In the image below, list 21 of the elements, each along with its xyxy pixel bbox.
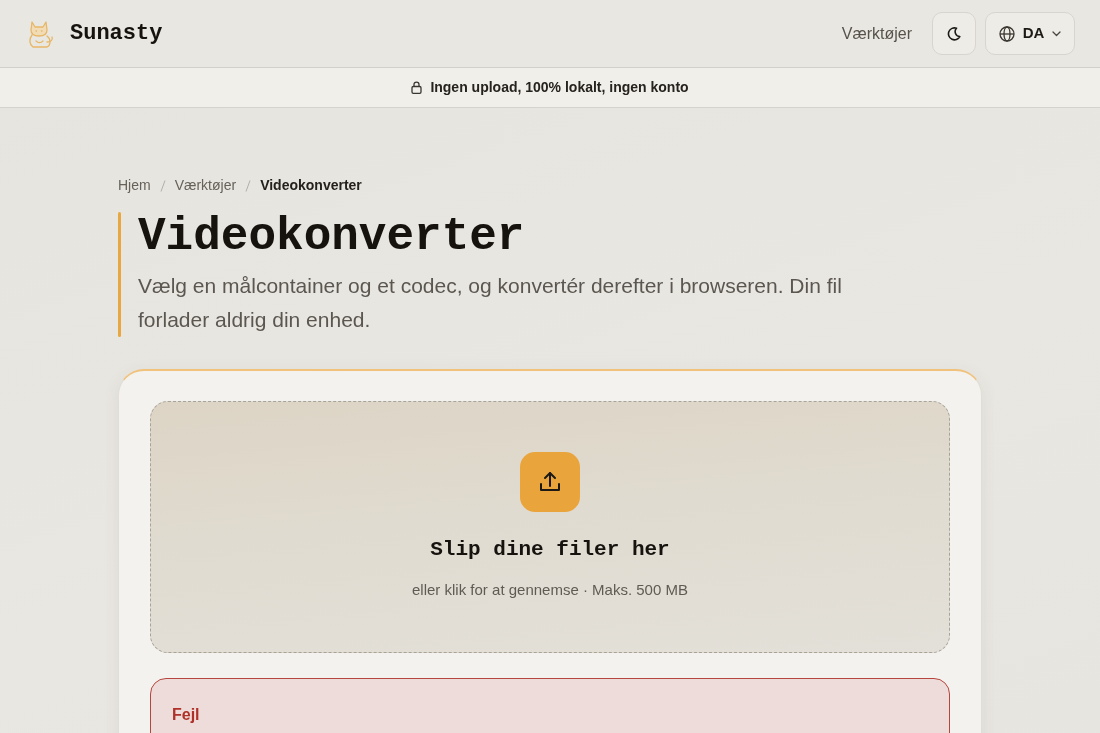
caret-icon bbox=[1052, 30, 1062, 37]
page-description: Vælg en målcontainer og et codec, og konvertér derefter i browseren. Din fil forlader aldrig din enhed. bbox=[138, 272, 843, 333]
moon-icon bbox=[947, 26, 961, 41]
breadcrumb-current: Videokonverter bbox=[260, 176, 362, 195]
brand-link[interactable]: Sunasty bbox=[26, 17, 163, 50]
language-button[interactable]: DA bbox=[985, 12, 1075, 55]
page-title: Videokonverter bbox=[138, 212, 526, 263]
theme-toggle-button[interactable] bbox=[932, 12, 976, 55]
dropzone-title: Slip dine filer her bbox=[430, 537, 670, 564]
upload-icon bbox=[520, 452, 580, 513]
slash-icon bbox=[245, 179, 252, 192]
file-dropzone[interactable]: Slip dine filer her eller klik for at gennemse · Maks. 500 MB bbox=[150, 400, 950, 653]
breadcrumb-link[interactable]: Hjem bbox=[118, 175, 151, 196]
breadcrumb-link[interactable]: Værktøjer bbox=[174, 175, 237, 196]
tools-link[interactable]: Værktøjer bbox=[841, 21, 912, 46]
lock-icon bbox=[411, 81, 423, 94]
slash-icon bbox=[159, 179, 166, 192]
globe-icon bbox=[998, 25, 1015, 42]
dropzone-hint: eller klik for at gennemse · Maks. 500 MB bbox=[412, 579, 688, 600]
error-title: Fejl bbox=[172, 705, 200, 723]
notice-text: Ingen upload, 100% lokalt, ingen konto bbox=[430, 78, 689, 97]
